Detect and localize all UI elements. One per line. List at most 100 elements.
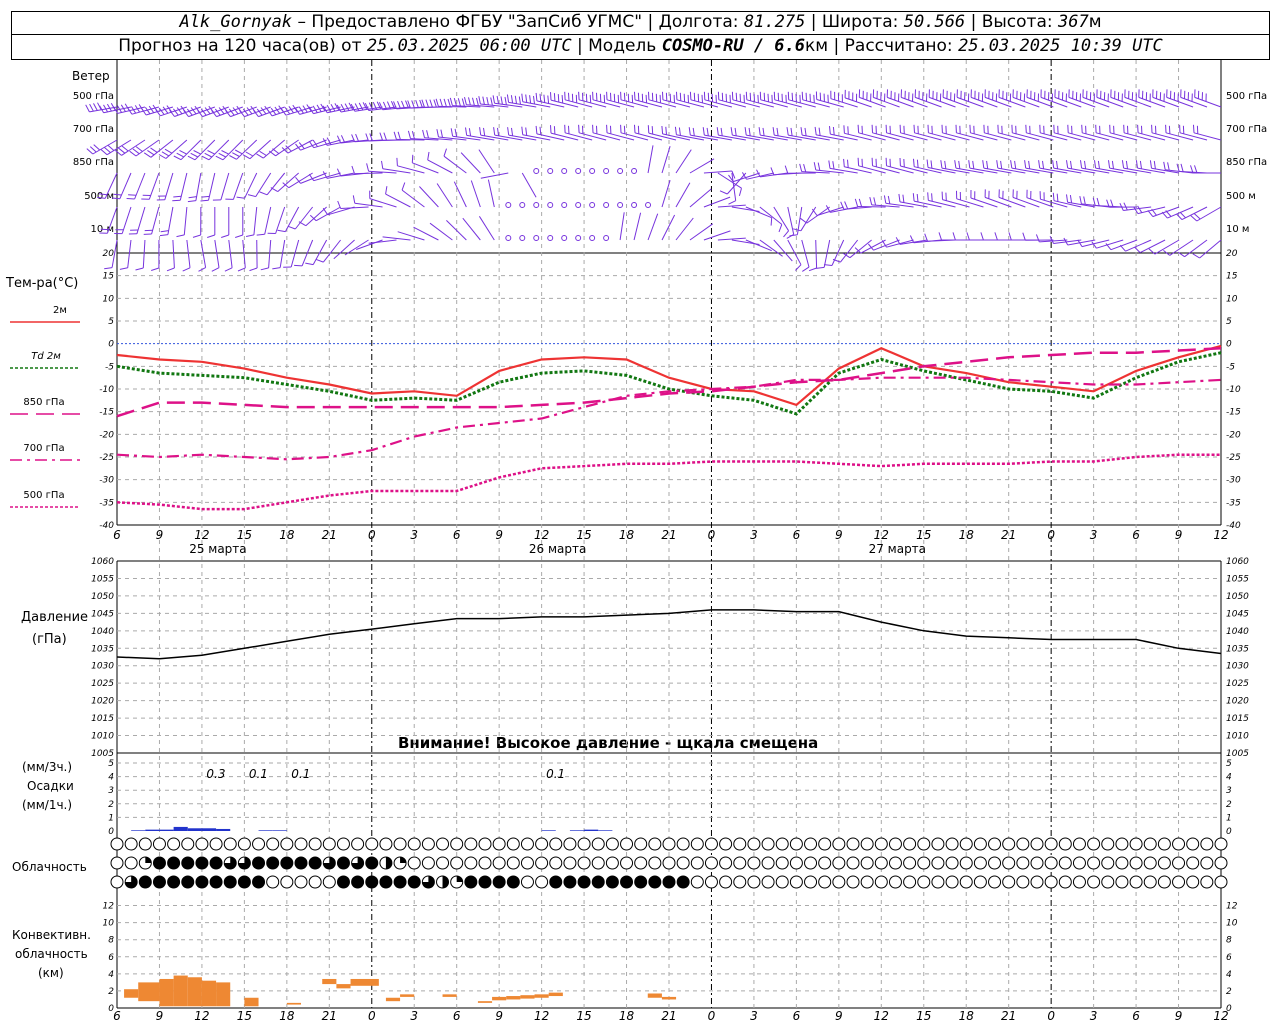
cloud-cover-symbol (266, 875, 280, 889)
cloud-cover-symbol (648, 837, 662, 851)
x-tick-label-bottom: 15 (916, 1009, 931, 1023)
cloud-cover-symbol (266, 837, 280, 851)
wind-barb (272, 239, 286, 270)
calm-wind-circle (547, 168, 554, 174)
wind-barb-shaft (732, 134, 760, 141)
wind-barb-shaft (419, 186, 439, 208)
wind-barb-shaft (802, 99, 830, 108)
wind-barb-feather (232, 152, 240, 157)
wind-barb (176, 206, 188, 238)
wind-barb-shaft (1138, 96, 1166, 108)
wind-barb-feather (824, 264, 833, 266)
cloud-circle (747, 875, 761, 889)
cloud-circle (1115, 875, 1129, 889)
wind-level-label-right: 500 гПа (1226, 91, 1267, 102)
wind-barb-feather (828, 160, 831, 169)
wind-barb (689, 158, 715, 174)
x-tick-label-bottom: 0 (1047, 1009, 1055, 1023)
cloud-cover-symbol (931, 875, 945, 889)
cloud-cover-symbol (1143, 837, 1157, 851)
cloud-cover-symbol (1002, 875, 1016, 889)
cloud-cover-symbol (520, 856, 534, 870)
pressure-tick-label-right: 1030 (1226, 662, 1249, 672)
pressure-tick-label-right: 1040 (1226, 627, 1249, 637)
wind-barb-feather (147, 149, 155, 156)
wind-barb-feather (1056, 160, 1059, 169)
wind-barb-shaft (873, 96, 900, 108)
wind-barb-shaft (942, 199, 970, 208)
wind-barb-shaft (453, 181, 467, 208)
cloud-circle (351, 837, 365, 851)
cloud-cover-symbol (549, 856, 563, 870)
wind-barb-feather (793, 228, 802, 232)
wind-barb (158, 139, 188, 159)
wind-barb-shaft (676, 99, 705, 108)
calm-wind-circle (631, 202, 638, 208)
cloud-cover-symbol (676, 837, 690, 851)
cloud-cover-symbol (761, 837, 775, 851)
x-tick-label-bottom: 0 (368, 1009, 376, 1023)
wind-barb-feather (322, 207, 329, 216)
precip-bar (145, 829, 160, 831)
cloud-circle (888, 856, 902, 870)
precip-tick-label: 4 (108, 773, 114, 783)
cloud-circle (223, 837, 237, 851)
cloud-cover-symbol (1129, 837, 1143, 851)
wind-barb-feather (803, 163, 807, 172)
wind-barb-feather (268, 150, 276, 157)
cloud-cover-symbol (336, 875, 350, 889)
wind-barb-shaft (844, 97, 872, 108)
cloud-cover-symbol (379, 837, 393, 851)
wind-barb-feather (529, 95, 532, 104)
cloud-cover-symbol (804, 875, 818, 889)
wind-barb (369, 190, 397, 208)
wind-barb-shaft (774, 99, 802, 108)
wind-barb-feather (249, 267, 258, 272)
wind-barb-feather (972, 160, 975, 169)
cloud-cover-symbol (436, 875, 450, 889)
cloud-fill (195, 857, 208, 869)
wind-barb-feather (767, 93, 769, 102)
cloud-circle (591, 837, 605, 851)
cloud-cover-symbol (832, 856, 846, 870)
cloud-circle (719, 856, 733, 870)
wind-barb-shaft (759, 206, 783, 225)
y-tick-label: -35 (99, 498, 114, 508)
cloud-circle (393, 837, 407, 851)
cloud-circle (648, 856, 662, 870)
cloud-circle (379, 837, 393, 851)
y-tick-label-right: -15 (1226, 408, 1241, 418)
precip-3h-value: 0.3 (206, 767, 225, 781)
wind-barb-shaft (1180, 96, 1208, 108)
wind-barb-shaft (121, 206, 132, 234)
wind-barb-shaft (830, 133, 858, 141)
cloud-circle (634, 856, 648, 870)
x-tick-label: 15 (237, 528, 252, 542)
wind-barb-feather (728, 200, 736, 205)
wind-barb-shaft (1152, 96, 1180, 108)
cloud-fill (507, 876, 520, 888)
conv-cloud-bar (520, 995, 535, 999)
cloud-fill-partial (145, 857, 152, 863)
wind-barb-feather (986, 160, 989, 169)
cloud-fill (153, 857, 166, 869)
precip-tick-label-right: 5 (1226, 759, 1232, 769)
wind-barb-feather (873, 197, 877, 206)
wind-barb-shaft (266, 172, 286, 196)
wind-barb-feather (1137, 124, 1139, 133)
wind-barb-feather (211, 267, 220, 272)
wind-barb-feather (533, 95, 535, 104)
wind-barb-shaft (550, 132, 579, 141)
wind-barb-feather (172, 199, 181, 202)
wind-barb-feather (1168, 125, 1171, 134)
wind-barb-feather (1192, 253, 1200, 259)
cloud-cover-symbol (436, 856, 450, 870)
wind-barb (182, 239, 191, 272)
wind-barb-shaft (690, 99, 719, 108)
wind-barb (808, 239, 818, 272)
cloud-cover-symbol (591, 837, 605, 851)
wind-barb-shaft (564, 99, 593, 108)
wind-barb-feather (259, 191, 268, 196)
wind-barb-shaft (232, 172, 244, 200)
wind-barb-feather (166, 267, 175, 272)
